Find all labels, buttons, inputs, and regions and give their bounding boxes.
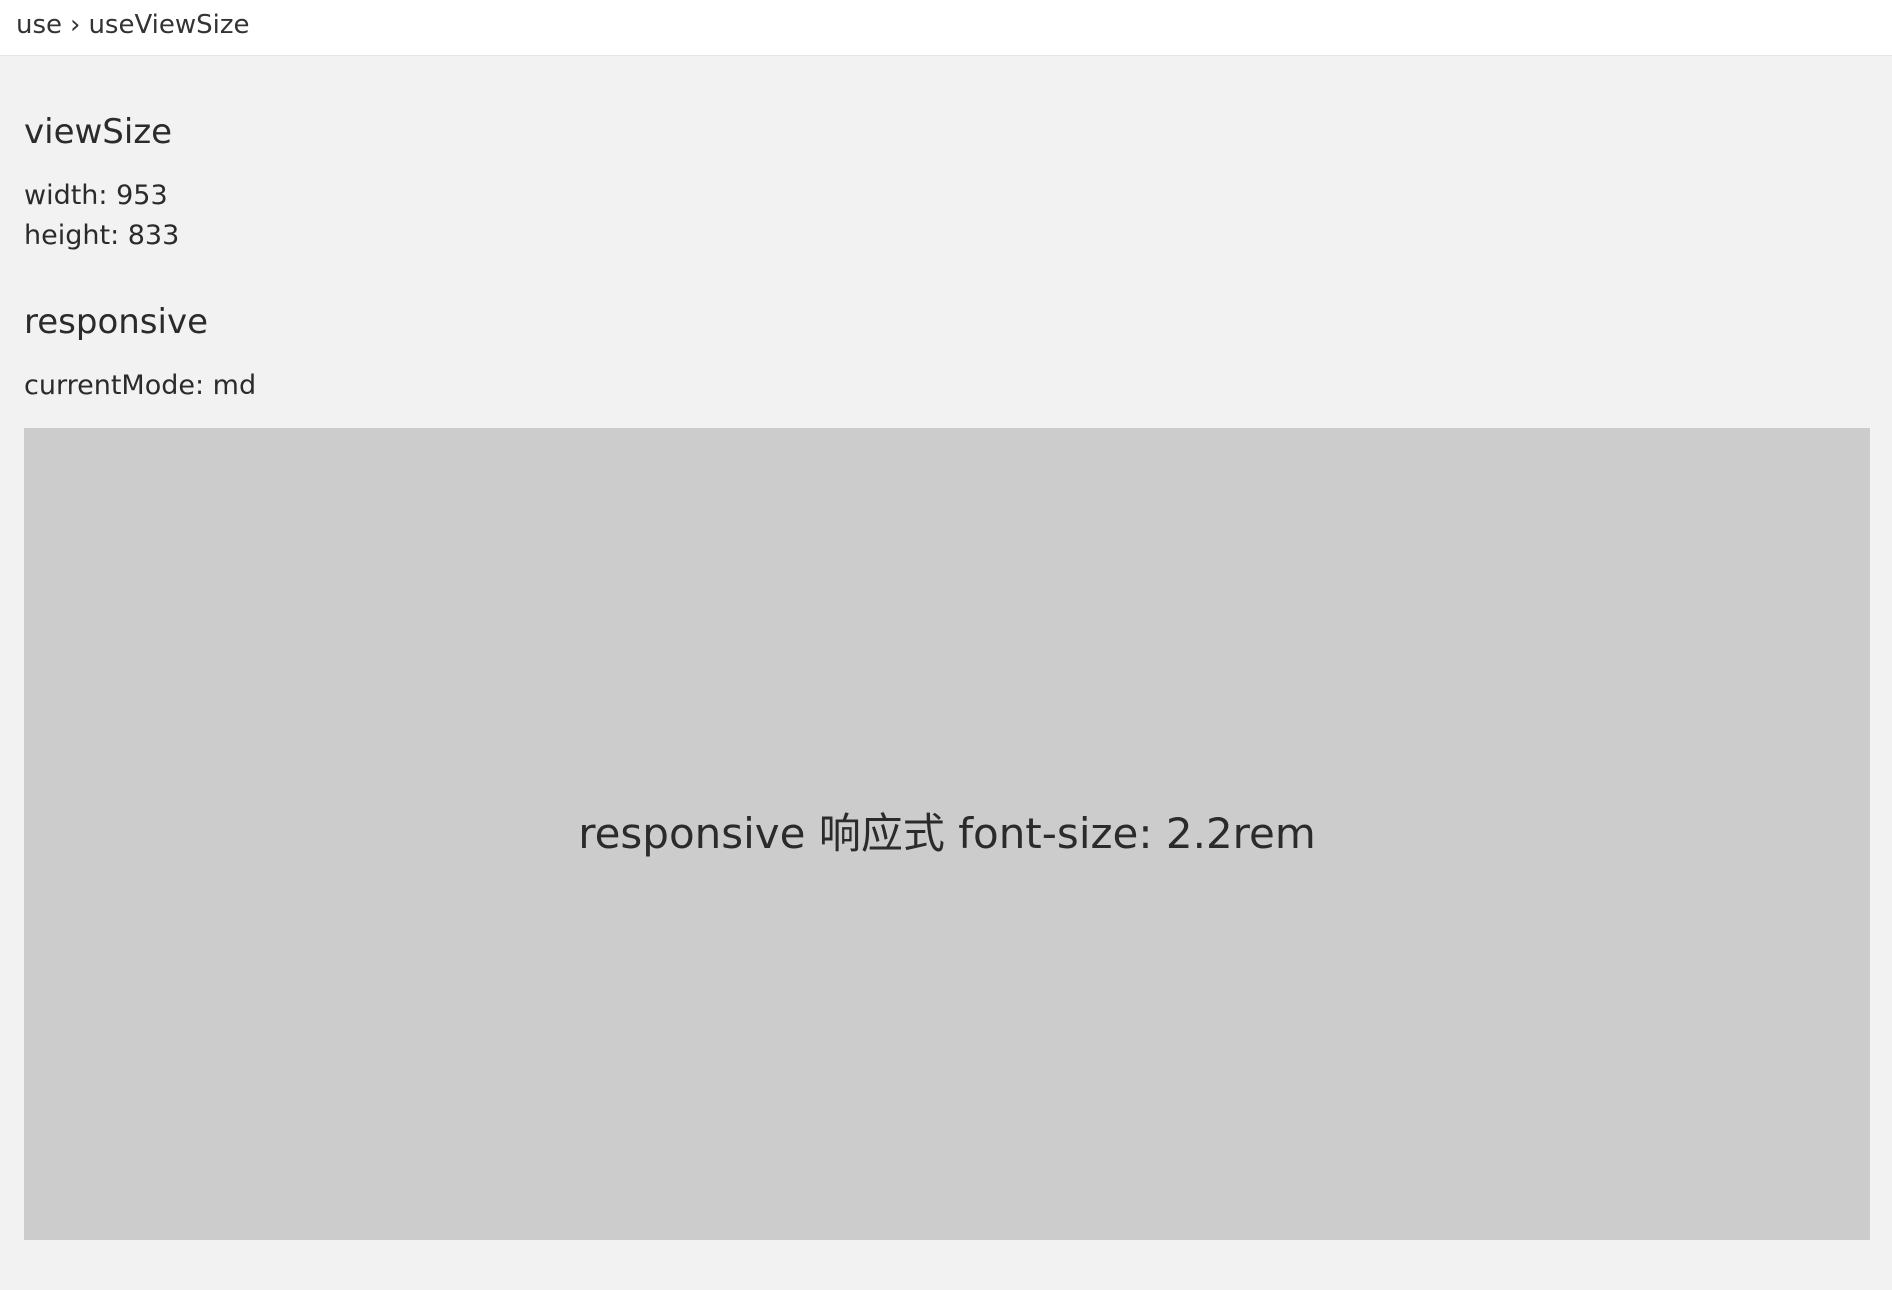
breadcrumb-separator-icon: › xyxy=(70,10,81,40)
responsive-section-title: responsive xyxy=(24,302,208,342)
responsive-demo-text: responsive 响应式 font-size: 2.2rem xyxy=(578,809,1316,858)
viewsize-height-text: height: 833 xyxy=(24,220,180,251)
breadcrumb-item-use[interactable]: use xyxy=(16,10,62,40)
breadcrumb: use › useViewSize xyxy=(16,8,250,42)
viewsize-section-title: viewSize xyxy=(24,112,173,152)
top-bar: use › useViewSize xyxy=(0,0,1892,56)
breadcrumb-item-current: useViewSize xyxy=(88,10,250,40)
responsive-demo-box: responsive 响应式 font-size: 2.2rem xyxy=(24,428,1870,1240)
viewsize-width-text: width: 953 xyxy=(24,180,168,211)
current-mode-text: currentMode: md xyxy=(24,370,257,401)
